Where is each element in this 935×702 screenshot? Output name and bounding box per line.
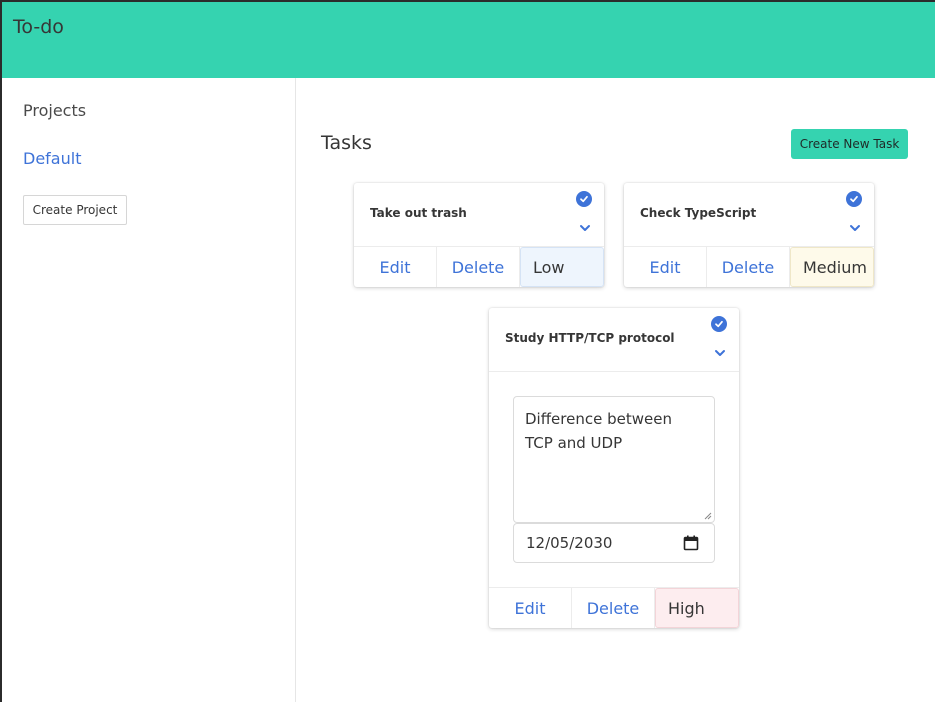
description-text: Difference between TCP and UDP <box>525 410 672 452</box>
task-title: Take out trash <box>370 206 467 220</box>
calendar-icon[interactable] <box>683 535 699 551</box>
description-textarea[interactable]: Difference between TCP and UDP <box>513 396 715 523</box>
task-card-footer: Edit Delete Low <box>354 247 604 287</box>
sidebar: Projects Default Create Project <box>2 78 296 702</box>
task-card-header[interactable]: Take out trash <box>354 183 604 247</box>
create-task-button[interactable]: Create New Task <box>791 129 908 159</box>
task-card-body: Difference between TCP and UDP 12/05/203… <box>489 372 739 588</box>
projects-heading: Projects <box>23 101 87 120</box>
priority-badge[interactable]: High <box>655 588 739 628</box>
resize-handle-icon[interactable] <box>704 512 712 520</box>
task-card-header[interactable]: Check TypeScript <box>624 183 874 247</box>
task-card: Study HTTP/TCP protocol Difference betwe… <box>489 308 739 628</box>
edit-button[interactable]: Edit <box>624 247 707 287</box>
priority-badge[interactable]: Medium <box>790 247 874 287</box>
chevron-down-icon[interactable] <box>713 348 727 358</box>
task-card: Check TypeScript Edit Delete Medium <box>624 183 874 287</box>
edit-button[interactable]: Edit <box>489 588 572 628</box>
main-content: Tasks Create New Task Take out trash Edi… <box>297 78 935 702</box>
chevron-down-icon[interactable] <box>578 223 592 233</box>
task-title: Study HTTP/TCP protocol <box>505 331 675 345</box>
delete-button[interactable]: Delete <box>707 247 790 287</box>
task-card-footer: Edit Delete High <box>489 588 739 628</box>
navbar: To-do <box>2 2 935 78</box>
app-window: To-do Projects Default Create Project Ta… <box>2 2 935 702</box>
app-title: To-do <box>13 16 64 38</box>
due-date-input[interactable]: 12/05/2030 <box>513 523 715 563</box>
chevron-down-icon[interactable] <box>848 223 862 233</box>
delete-button[interactable]: Delete <box>572 588 655 628</box>
delete-button[interactable]: Delete <box>437 247 520 287</box>
task-card: Take out trash Edit Delete Low <box>354 183 604 287</box>
due-date-value: 12/05/2030 <box>526 534 613 552</box>
project-item-default[interactable]: Default <box>23 149 81 168</box>
priority-badge[interactable]: Low <box>520 247 604 287</box>
task-title: Check TypeScript <box>640 206 757 220</box>
check-circle-icon[interactable] <box>576 191 592 207</box>
create-project-button[interactable]: Create Project <box>23 195 127 225</box>
check-circle-icon[interactable] <box>711 316 727 332</box>
check-circle-icon[interactable] <box>846 191 862 207</box>
task-card-header[interactable]: Study HTTP/TCP protocol <box>489 308 739 372</box>
tasks-heading: Tasks <box>321 132 372 154</box>
task-card-footer: Edit Delete Medium <box>624 247 874 287</box>
edit-button[interactable]: Edit <box>354 247 437 287</box>
